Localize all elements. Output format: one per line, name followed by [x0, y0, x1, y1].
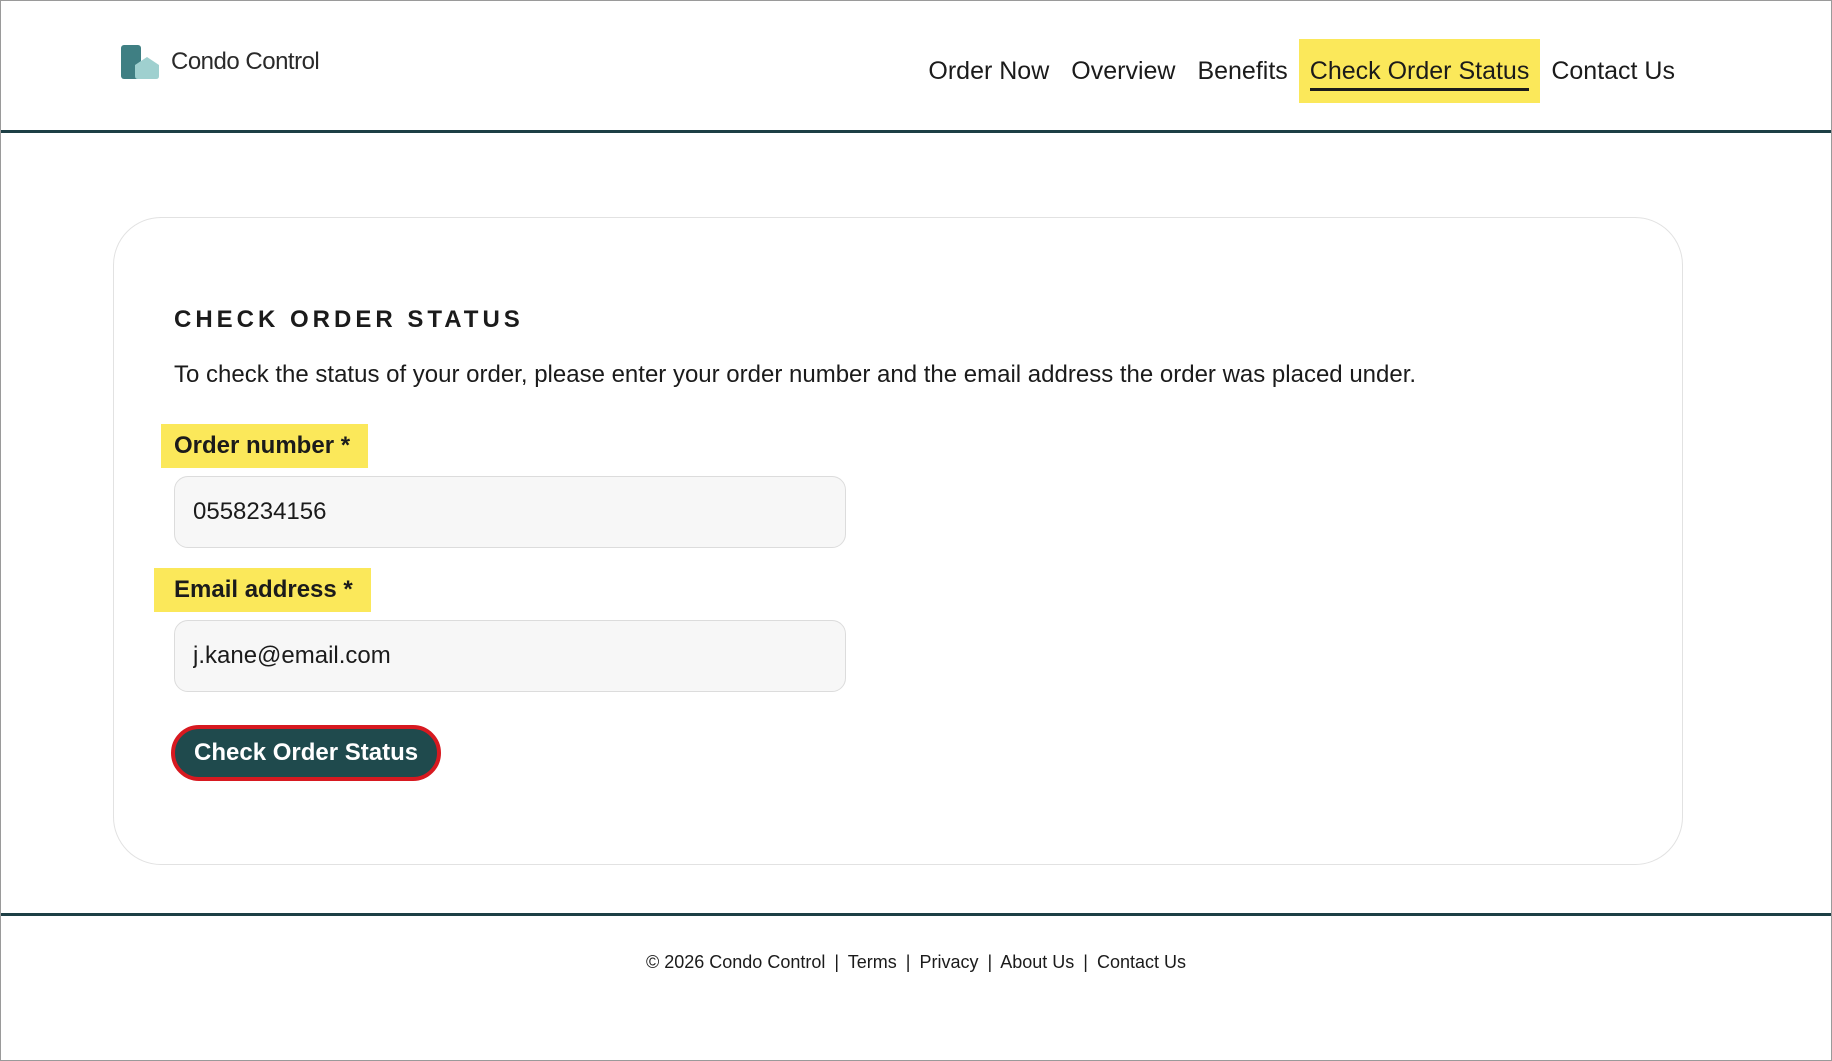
footer-divider	[1, 913, 1831, 916]
site-header: Condo Control Order Now Overview Benefit…	[1, 1, 1831, 133]
brand-name: Condo Control	[171, 48, 320, 75]
brand-logo[interactable]: Condo Control	[121, 45, 320, 79]
condo-building-icon	[121, 45, 159, 79]
nav-item-label: Benefits	[1197, 57, 1288, 85]
nav-item-label: Overview	[1071, 57, 1176, 85]
footer-copyright: © 2026 Condo Control	[645, 952, 826, 972]
nav-item-check-order-status[interactable]: Check Order Status	[1298, 39, 1541, 103]
nav-item-benefits[interactable]: Benefits	[1186, 39, 1298, 103]
footer-separator: |	[834, 952, 840, 972]
site-footer: © 2026 Condo Control | Terms | Privacy |…	[0, 952, 1832, 973]
footer-separator: |	[1083, 952, 1088, 972]
footer-link-terms[interactable]: Terms	[848, 952, 897, 972]
nav-item-contact-us[interactable]: Contact Us	[1540, 39, 1686, 103]
email-address-input[interactable]	[174, 620, 846, 692]
nav-item-label: Contact Us	[1551, 57, 1675, 85]
footer-separator: |	[987, 952, 993, 972]
order-status-card: CHECK ORDER STATUS To check the status o…	[113, 217, 1683, 865]
page-title: CHECK ORDER STATUS	[174, 306, 524, 333]
nav-item-overview[interactable]: Overview	[1060, 39, 1186, 103]
nav-item-label: Check Order Status	[1309, 57, 1530, 91]
order-number-label: Order number *	[161, 424, 369, 468]
check-order-status-button[interactable]: Check Order Status	[171, 725, 442, 781]
order-number-input[interactable]	[174, 476, 846, 548]
nav-item-label: Order Now	[928, 57, 1050, 85]
footer-link-about-us[interactable]: About Us	[1000, 952, 1074, 972]
footer-separator: |	[905, 952, 911, 972]
nav-item-order-now[interactable]: Order Now	[917, 39, 1060, 103]
footer-link-contact-us[interactable]: Contact Us	[1097, 952, 1186, 972]
main-nav: Order Now Overview Benefits Check Order …	[917, 39, 1686, 103]
footer-link-privacy[interactable]: Privacy	[919, 952, 978, 972]
email-address-label: Email address *	[154, 568, 371, 612]
form-description: To check the status of your order, pleas…	[174, 361, 1417, 388]
